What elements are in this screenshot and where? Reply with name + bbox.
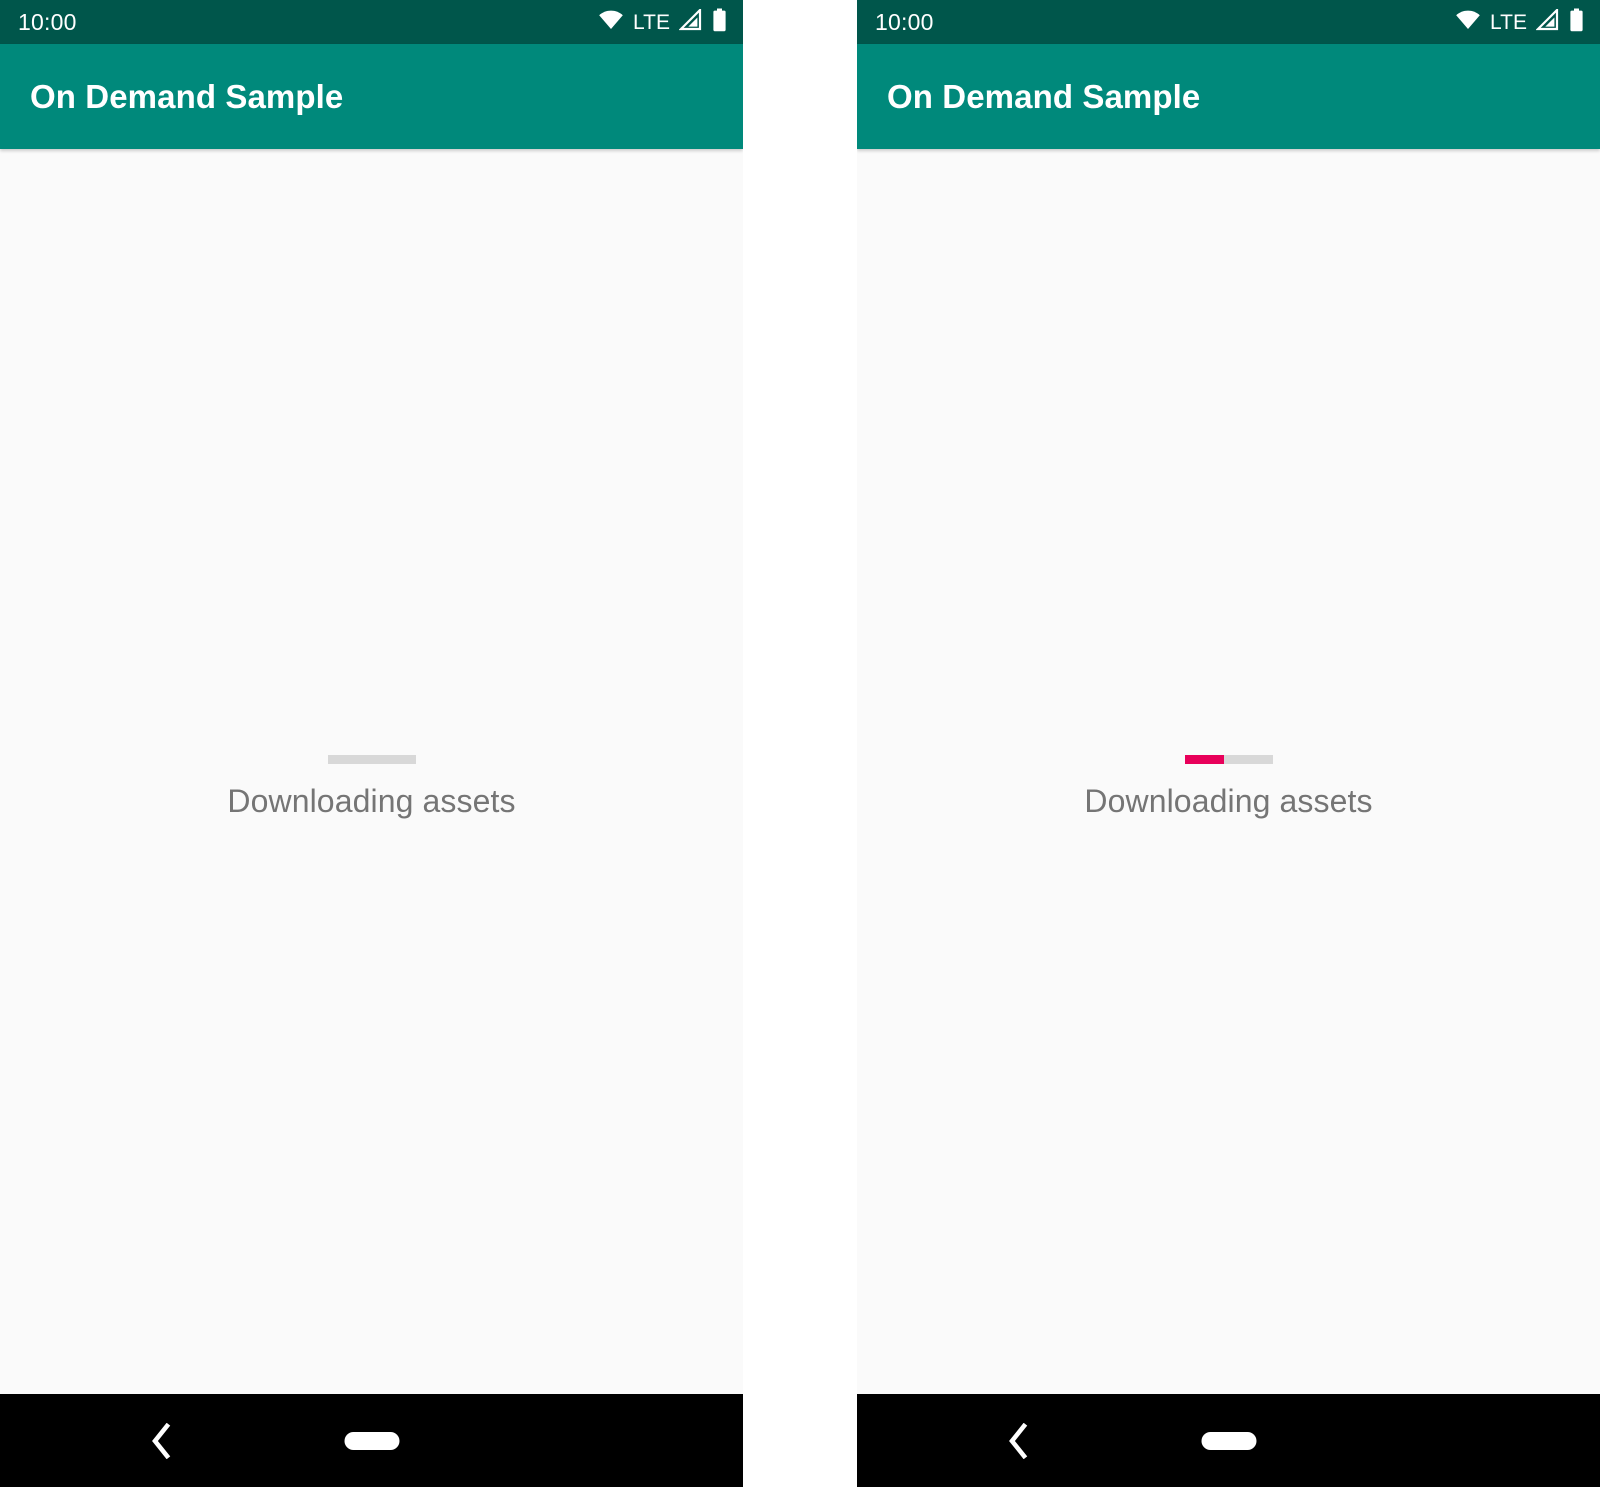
system-navigation-bar [0,1394,743,1487]
back-icon[interactable] [998,1421,1038,1461]
wifi-icon [598,10,624,35]
battery-icon [712,8,727,37]
download-status-text: Downloading assets [227,783,516,819]
screen-content: Downloading assets [857,149,1600,1394]
phone-screen-progress: 10:00 LTE On Demand Sample Downloading a… [857,0,1600,1487]
download-progress-bar [327,755,416,764]
download-progress-bar [1184,755,1273,764]
network-type-label: LTE [633,10,670,34]
system-navigation-bar [857,1394,1600,1487]
network-type-label: LTE [1490,10,1527,34]
wifi-icon [1455,10,1481,35]
status-bar-icons: LTE [598,6,727,37]
status-bar: 10:00 LTE [857,0,1600,44]
download-status-block: Downloading assets [857,755,1600,817]
signal-icon [678,6,703,36]
status-bar: 10:00 LTE [0,0,743,44]
back-icon[interactable] [141,1421,181,1461]
status-bar-clock: 10:00 [875,8,934,35]
download-progress-fill [1184,755,1225,764]
screenshot-stage: 10:00 LTE On Demand Sample Downloading a… [0,0,1600,1487]
download-status-block: Downloading assets [0,755,743,817]
app-bar: On Demand Sample [0,44,743,149]
screen-content: Downloading assets [0,149,743,1394]
app-title: On Demand Sample [887,78,1201,115]
battery-icon [1569,8,1584,37]
app-bar: On Demand Sample [857,44,1600,149]
download-status-text: Downloading assets [1084,783,1373,819]
status-bar-icons: LTE [1455,6,1584,37]
phone-screen-initial: 10:00 LTE On Demand Sample Downloading a… [0,0,743,1487]
home-pill-icon[interactable] [1201,1431,1256,1450]
home-pill-icon[interactable] [344,1431,399,1450]
app-title: On Demand Sample [30,78,344,115]
status-bar-clock: 10:00 [18,8,77,35]
signal-icon [1535,6,1560,36]
